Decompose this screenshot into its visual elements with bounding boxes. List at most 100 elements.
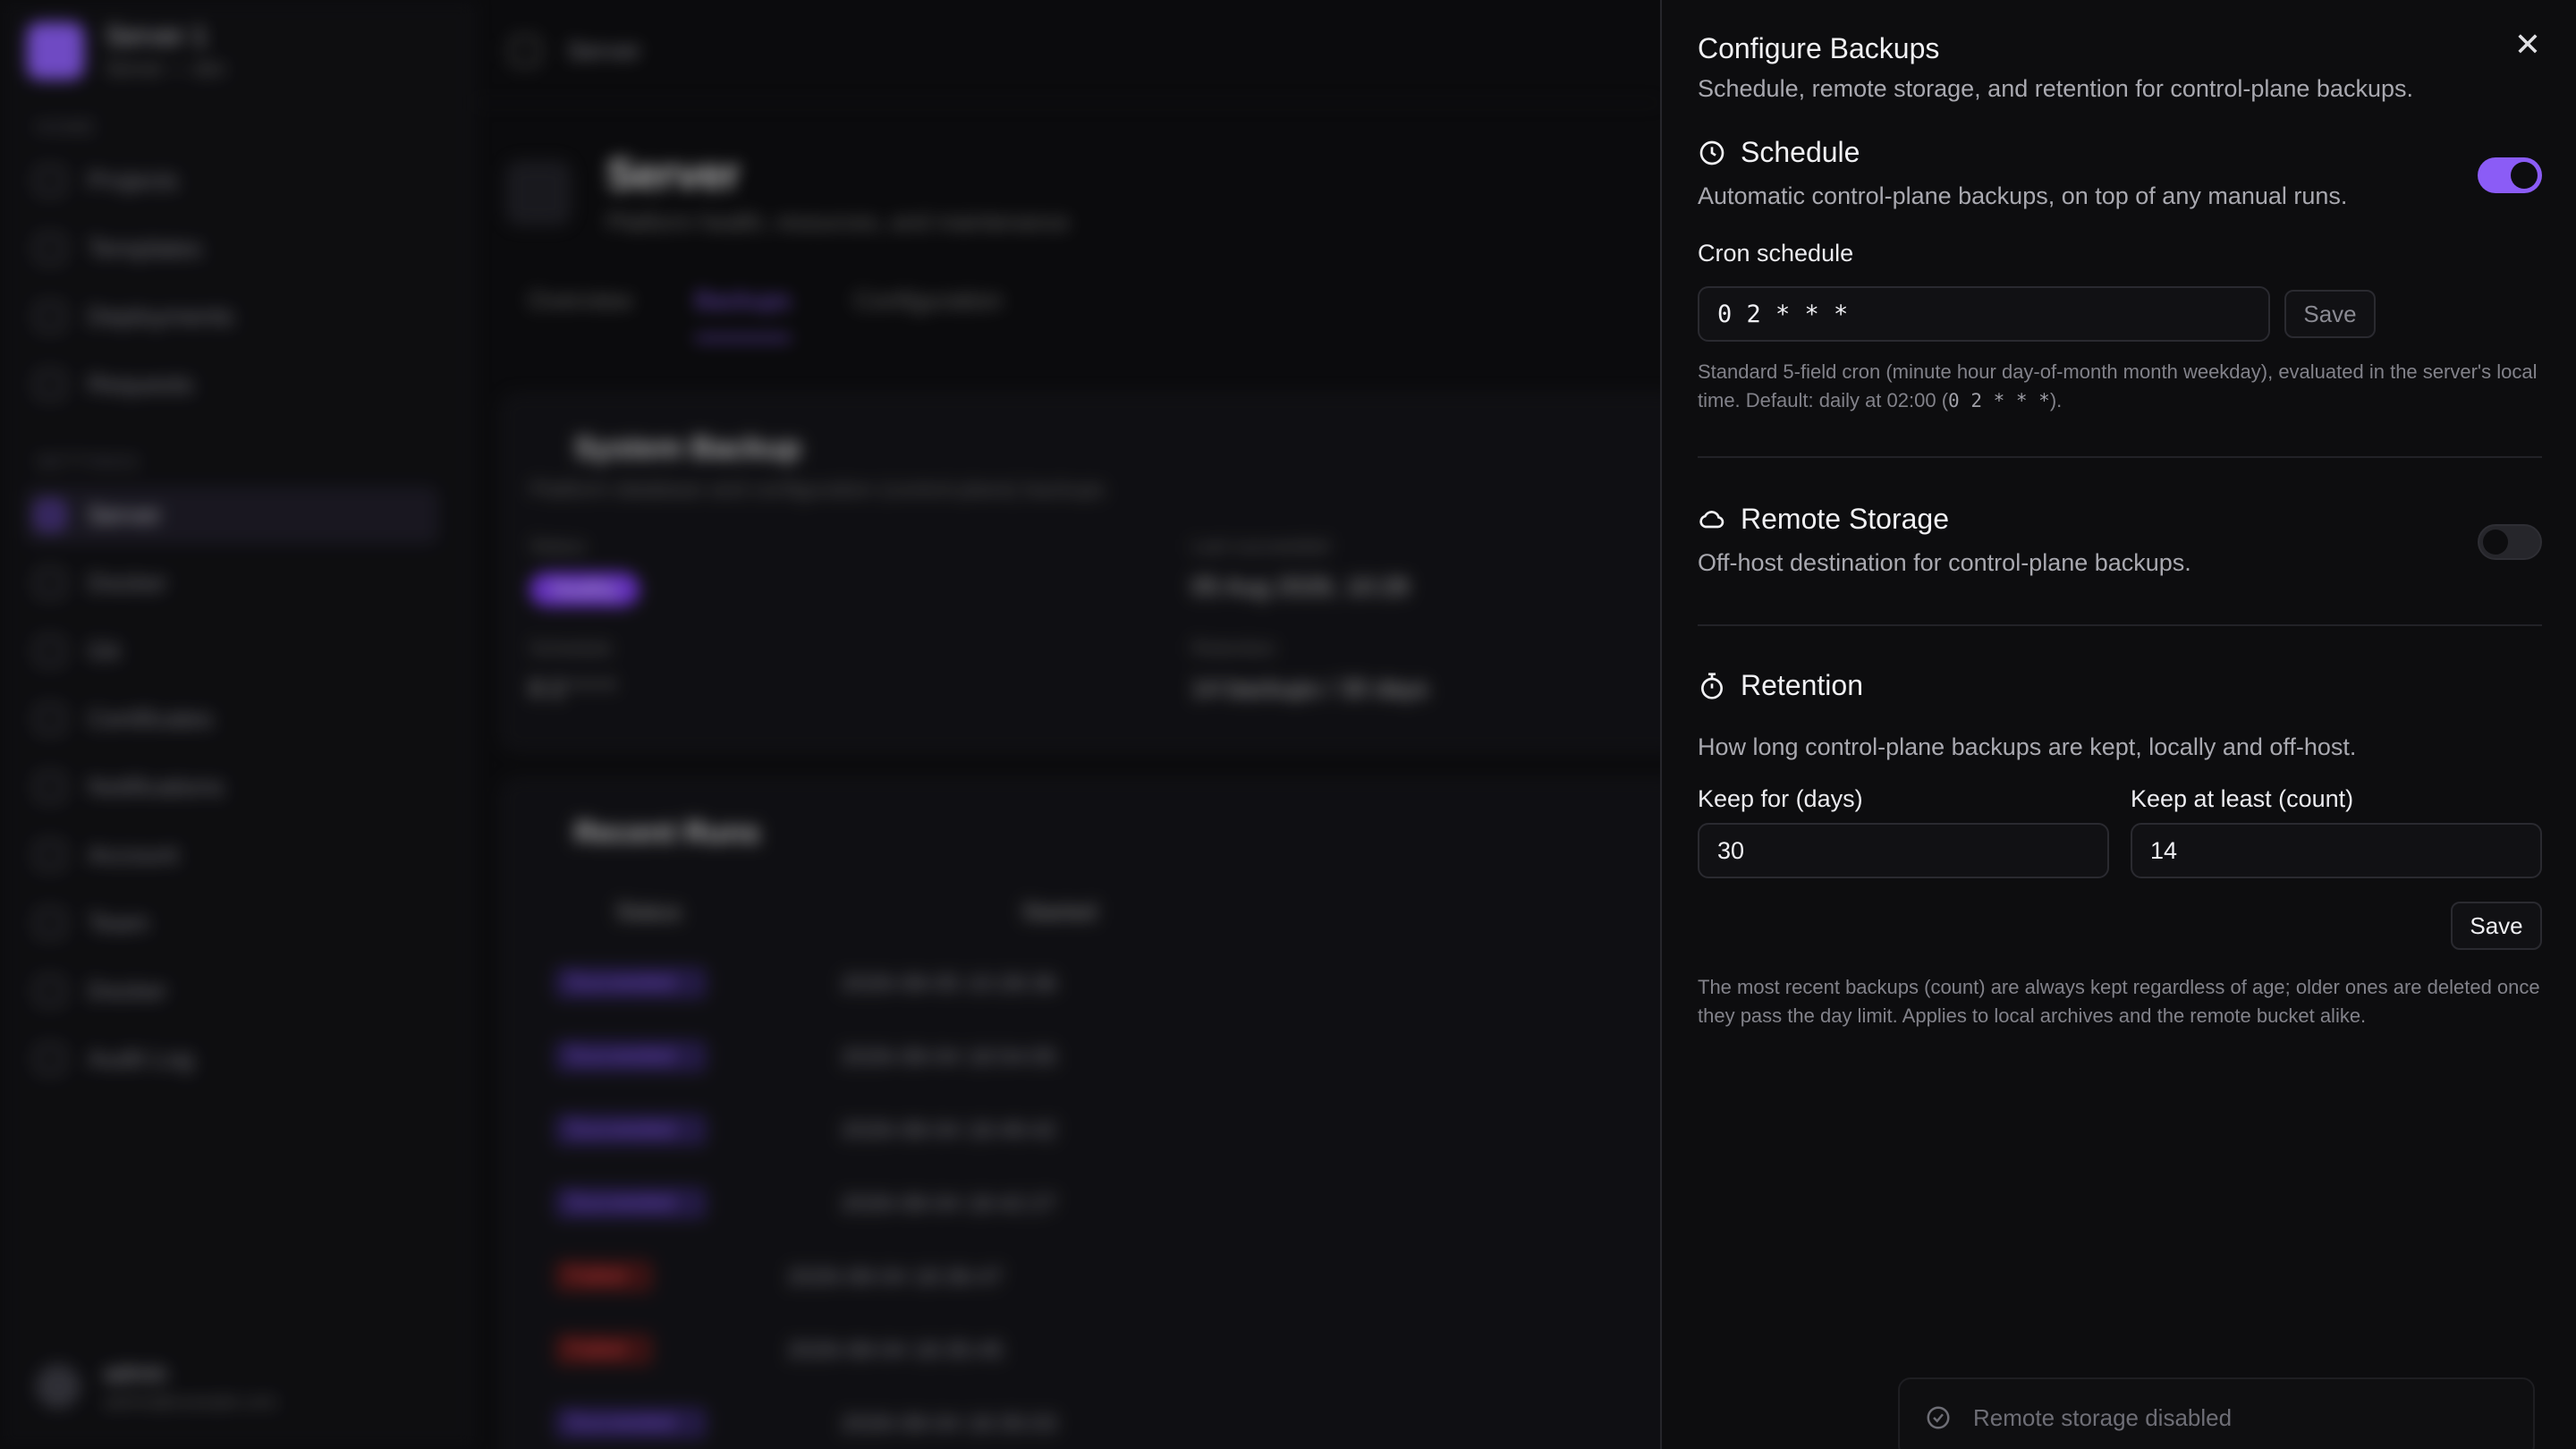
certificate-icon	[36, 705, 64, 733]
sidebar-item-requests[interactable]: Requests	[25, 356, 438, 413]
divider	[1698, 456, 2542, 458]
sidebar-item-deployments[interactable]: Deployments	[25, 288, 438, 345]
cron-label: Cron schedule	[1698, 240, 1854, 267]
sidebar-item-certificates[interactable]: Certificates	[25, 691, 438, 748]
breadcrumb: Server	[567, 37, 641, 64]
keep-count-input[interactable]: 14	[2131, 823, 2542, 878]
schedule-description: Automatic control-plane backups, on top …	[1698, 182, 2348, 209]
sidebar-item-account[interactable]: Account	[25, 826, 438, 884]
tab-configuration[interactable]: Configuration	[853, 286, 1003, 340]
status-badge: Succeeded	[555, 967, 707, 999]
cron-help-text: Standard 5-field cron (minute hour day-o…	[1698, 358, 2547, 415]
toggle-knob	[2483, 530, 2508, 555]
section-title-text: Retention	[1741, 669, 1863, 701]
avatar	[36, 1364, 80, 1409]
table-row[interactable]: Succeeded 2026-08-05 10:28:36	[555, 946, 1628, 1020]
cron-input[interactable]: 0 2 * * *	[1698, 286, 2270, 342]
rocket-icon	[36, 302, 64, 331]
table-row[interactable]: Succeeded 2026-08-04 18:49:42	[555, 1093, 1628, 1166]
status-field: Status Healthy	[530, 535, 640, 606]
toggle-knob	[2511, 162, 2538, 189]
tab-overview[interactable]: Overview	[528, 286, 632, 340]
status-badge: Failed	[555, 1260, 653, 1292]
clock-icon	[1699, 140, 1724, 165]
sidebar-item-label: Docker	[88, 569, 167, 597]
git-icon	[36, 637, 64, 665]
docker-icon	[36, 977, 64, 1005]
sidebar-item-git[interactable]: Git	[25, 623, 438, 680]
field-value: 0 2 * * *	[530, 674, 614, 702]
sidebar-item-notifications[interactable]: Notifications	[25, 758, 438, 816]
table-row[interactable]: Succeeded 2026-08-04 18:35:03	[555, 1386, 1628, 1449]
remote-storage-description: Off-host destination for control-plane b…	[1698, 549, 2191, 576]
system-backup-title: System Backup	[574, 431, 801, 465]
field-label: Last succeeded	[1191, 535, 1330, 557]
sidebar-item-docker-2[interactable]: Docker	[25, 962, 438, 1020]
user-menu[interactable]: admin admin@example.com	[36, 1360, 277, 1413]
sidebar-item-templates[interactable]: Templates	[25, 220, 438, 277]
keep-days-input[interactable]: 30	[1698, 823, 2109, 878]
close-icon: ✕	[2513, 26, 2542, 63]
sidebar-item-projects[interactable]: Projects	[25, 152, 438, 209]
sidebar-item-audit-log[interactable]: Audit Log	[25, 1030, 438, 1088]
sidebar-toggle-icon[interactable]	[510, 36, 540, 66]
sidebar-item-label: Team	[88, 909, 149, 936]
divider	[1698, 624, 2542, 626]
drawer-title: Configure Backups	[1698, 32, 1940, 64]
keep-count-label: Keep at least (count)	[2131, 785, 2354, 812]
keep-days-label: Keep for (days)	[1698, 785, 1863, 812]
workspace-subtitle: Server — dev	[106, 57, 226, 80]
column-header-status[interactable]: Status	[615, 898, 682, 926]
remote-storage-section-title: Remote Storage	[1698, 503, 1949, 536]
tab-backups[interactable]: Backups	[694, 286, 792, 340]
page-subtitle: Platform health, resources, and maintena…	[606, 208, 1070, 235]
schedule-toggle[interactable]	[2478, 157, 2542, 193]
stopwatch-icon	[1701, 672, 1723, 699]
started-cell: 2026-08-04 18:35:45	[787, 1335, 1004, 1363]
sidebar-item-server[interactable]: Server	[25, 487, 438, 544]
started-cell: 2026-08-05 10:28:36	[841, 969, 1057, 996]
close-button[interactable]: ✕	[2510, 26, 2546, 63]
server-icon	[36, 501, 64, 530]
remote-storage-status: Remote storage disabled	[1898, 1377, 2535, 1449]
workspace-switcher[interactable]: Server 1 Server — dev	[27, 21, 226, 80]
column-header-started[interactable]: Started	[1021, 898, 1097, 926]
help-text-part: Standard 5-field cron (minute hour day-o…	[1698, 360, 2538, 411]
schedule-field: Schedule 0 2 * * *	[530, 637, 614, 703]
retention-help-text: The most recent backups (count) are alwa…	[1698, 976, 2540, 1027]
started-cell: 2026-08-04 18:54:05	[841, 1042, 1057, 1070]
remote-storage-toggle[interactable]	[2478, 524, 2542, 560]
sidebar-item-label: Git	[88, 637, 120, 665]
status-badge: Failed	[555, 1334, 653, 1366]
workspace-logo	[27, 22, 84, 80]
user-icon	[36, 841, 64, 869]
retention-save-button[interactable]: Save	[2451, 902, 2542, 950]
sidebar-item-docker[interactable]: Docker	[25, 555, 438, 612]
started-cell: 2026-08-04 18:42:27	[841, 1189, 1057, 1216]
field-value: 05 Aug 2026, 10:28	[1191, 572, 1409, 600]
retention-field: Retention 14 backups / 30 days	[1191, 637, 1428, 703]
table-row[interactable]: Failed 2026-08-04 18:35:45	[555, 1313, 1628, 1386]
background-app: Server 1 Server — dev HOME Projects Temp…	[0, 0, 1682, 1449]
field-label: Schedule	[530, 637, 612, 659]
table-row[interactable]: Succeeded 2026-08-04 18:54:05	[555, 1020, 1628, 1093]
system-backup-card: System Backup Platform database and conf…	[501, 394, 1682, 751]
section-title-text: Remote Storage	[1741, 503, 1950, 535]
server-icon	[506, 161, 571, 225]
status-text: Remote storage disabled	[1973, 1403, 2233, 1431]
cloud-icon	[1699, 510, 1724, 528]
system-backup-subtitle: Platform database and configuration (con…	[530, 478, 1106, 502]
bell-icon	[36, 773, 64, 801]
team-icon	[36, 909, 64, 937]
sidebar-item-team[interactable]: Team	[25, 894, 438, 952]
user-name: admin	[104, 1360, 167, 1386]
table-row[interactable]: Succeeded 2026-08-04 18:42:27	[555, 1166, 1628, 1240]
started-cell: 2026-08-04 18:36:47	[787, 1262, 1004, 1290]
table-row[interactable]: Failed 2026-08-04 18:36:47	[555, 1240, 1628, 1313]
status-badge: Succeeded	[555, 1187, 707, 1219]
workspace-name: Server 1	[106, 21, 208, 51]
help-code: 0 2 * * *	[1948, 390, 2050, 411]
cron-save-button[interactable]: Save	[2284, 290, 2376, 338]
sidebar-item-label: Server	[88, 501, 162, 529]
field-label: Retention	[1191, 637, 1276, 659]
